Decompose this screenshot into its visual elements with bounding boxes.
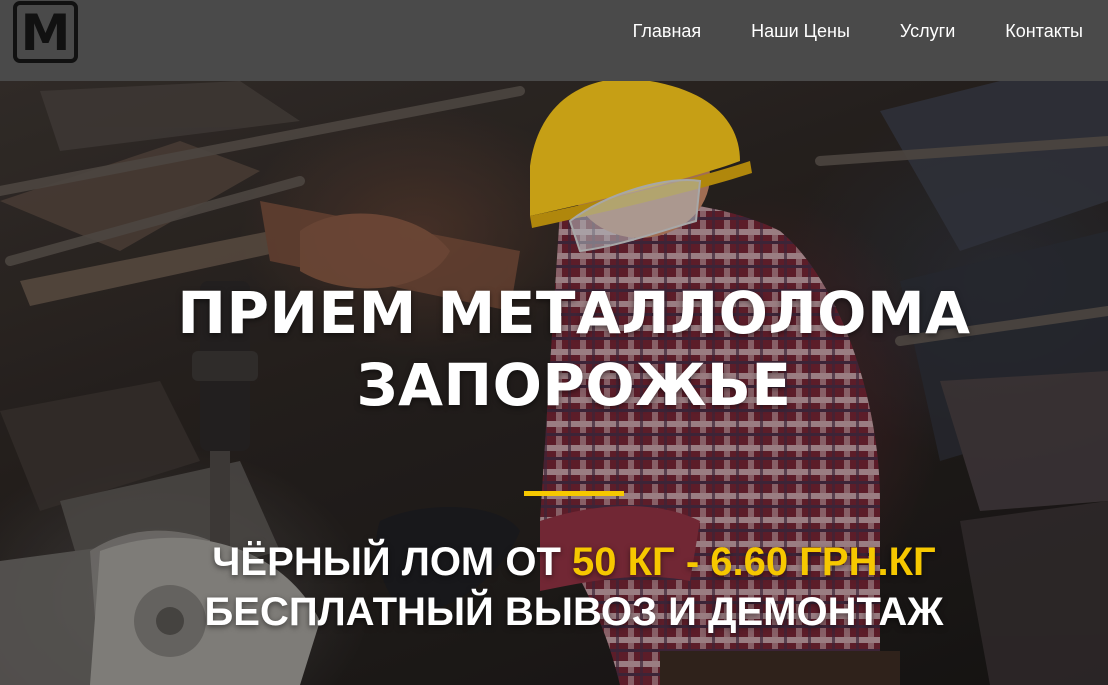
logo-m-icon: M [20,4,71,62]
price-prefix: ЧЁРНЫЙ ЛОМ ОТ [212,540,573,584]
hero-title: ПРИЕМ МЕТАЛЛОЛОМА ЗАПОРОЖЬЕ [0,277,1108,421]
hero-title-line1: ПРИЕМ МЕТАЛЛОЛОМА [177,279,971,347]
price-highlight: 50 КГ - 6.60 ГРН.КГ [572,540,936,584]
nav-link-services[interactable]: Услуги [900,19,955,43]
hero-subtitle: ЧЁРНЫЙ ЛОМ ОТ 50 КГ - 6.60 ГРН.КГ БЕСПЛА… [0,537,1108,637]
hero-section: ПРИЕМ МЕТАЛЛОЛОМА ЗАПОРОЖЬЕ ЧЁРНЫЙ ЛОМ О… [0,81,1108,685]
nav-link-prices[interactable]: Наши Цены [751,19,850,43]
nav-link-contacts[interactable]: Контакты [1005,19,1083,43]
main-nav: Главная Наши Цены Услуги Контакты [583,19,1083,43]
hero-title-line2: ЗАПОРОЖЬЕ [356,351,792,419]
page: M Главная Наши Цены Услуги Контакты ПРИЕ… [0,0,1108,685]
logo[interactable]: M [13,1,78,63]
hero-subtitle-line1: ЧЁРНЫЙ ЛОМ ОТ 50 КГ - 6.60 ГРН.КГ [0,537,1108,587]
navbar: M Главная Наши Цены Услуги Контакты [0,0,1108,81]
nav-link-home[interactable]: Главная [633,19,702,43]
hero-subtitle-line2: БЕСПЛАТНЫЙ ВЫВОЗ И ДЕМОНТАЖ [204,590,944,634]
accent-divider [524,491,624,496]
